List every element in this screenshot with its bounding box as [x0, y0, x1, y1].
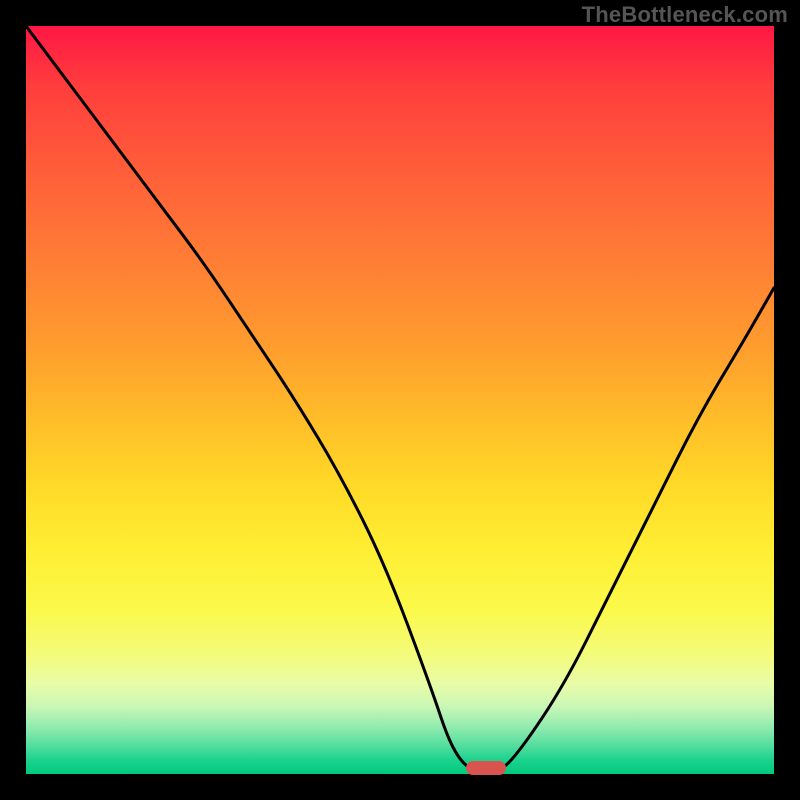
plot-area	[26, 26, 774, 774]
chart-frame: TheBottleneck.com	[0, 0, 800, 800]
watermark-text: TheBottleneck.com	[582, 2, 788, 28]
bottleneck-curve	[26, 26, 774, 774]
optimal-marker	[466, 761, 506, 775]
